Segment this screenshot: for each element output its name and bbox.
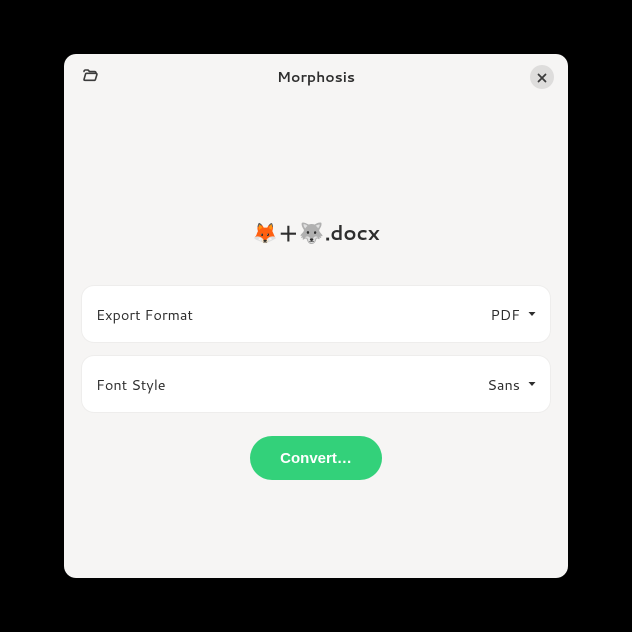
folder-open-icon xyxy=(82,66,98,89)
export-format-label: Export Format xyxy=(96,304,193,325)
filename-plus: ＋ xyxy=(278,218,298,248)
font-style-label: Font Style xyxy=(96,374,166,395)
close-button[interactable] xyxy=(530,65,554,89)
window-title: Morphosis xyxy=(277,67,355,87)
font-style-value-text: Sans xyxy=(487,374,520,395)
export-format-row[interactable]: Export Format PDF xyxy=(82,286,550,342)
filename-display: 🦊 ＋ 🐺 .docx xyxy=(253,218,380,248)
content-area: 🦊 ＋ 🐺 .docx Export Format PDF Font Style xyxy=(64,100,568,578)
chevron-down-icon xyxy=(526,308,538,320)
filename-emoji-fox: 🦊 xyxy=(253,219,278,247)
app-window: Morphosis 🦊 ＋ 🐺 .docx Export Format PDF xyxy=(64,54,568,578)
open-file-button[interactable] xyxy=(78,65,102,89)
headerbar: Morphosis xyxy=(64,54,568,100)
options-list: Export Format PDF Font Style Sans xyxy=(82,286,550,412)
font-style-row[interactable]: Font Style Sans xyxy=(82,356,550,412)
filename-extension: .docx xyxy=(325,219,380,247)
filename-emoji-wolf: 🐺 xyxy=(299,219,324,247)
chevron-down-icon xyxy=(526,378,538,390)
close-icon xyxy=(537,66,547,89)
convert-button[interactable]: Convert… xyxy=(250,436,382,480)
export-format-value-text: PDF xyxy=(490,304,520,325)
export-format-value: PDF xyxy=(490,304,538,325)
font-style-value: Sans xyxy=(487,374,538,395)
